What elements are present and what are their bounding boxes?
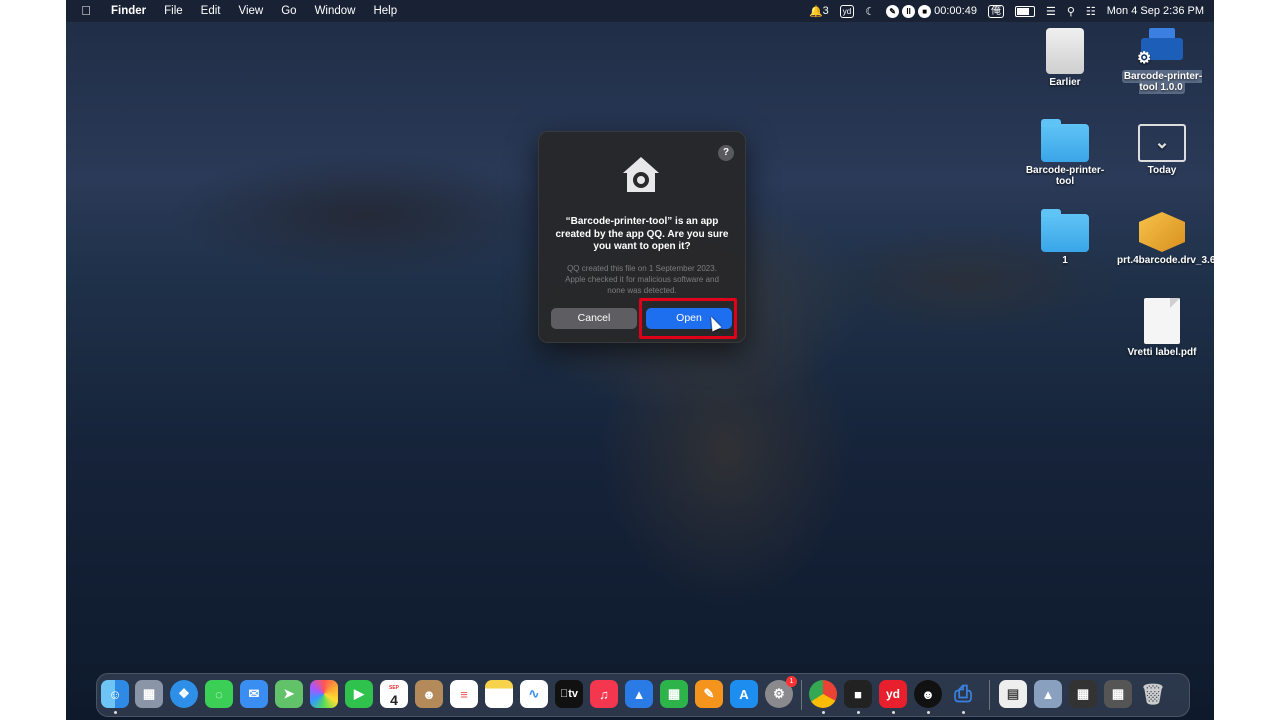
desktop-icon-label: Earlier	[1049, 77, 1081, 88]
photos-icon[interactable]	[310, 680, 338, 708]
mail-icon[interactable]: ✉	[240, 680, 268, 708]
menu-help[interactable]: Help	[364, 0, 406, 22]
input-method-icon[interactable]: 俺	[987, 4, 1004, 18]
menu-window[interactable]: Window	[306, 0, 365, 22]
menu-go[interactable]: Go	[272, 0, 305, 22]
messages-icon[interactable]: ◌	[205, 680, 233, 708]
notification-count: 3	[822, 5, 829, 17]
menu-view[interactable]: View	[230, 0, 273, 22]
app-store-icon[interactable]: A	[730, 680, 758, 708]
safari-icon[interactable]: ❖	[170, 680, 198, 708]
battery-icon[interactable]	[1014, 5, 1035, 17]
desktop:  Finder File Edit View Go Window Help 🔔…	[66, 0, 1214, 720]
tv-box-icon: ⌄	[1138, 124, 1186, 162]
maps-icon[interactable]: ➤	[275, 680, 303, 708]
recording-controls: ✎ II ■ 00:00:49	[886, 4, 977, 18]
notes-icon[interactable]	[485, 680, 513, 708]
wifi-icon[interactable]: ☰	[1046, 5, 1056, 18]
keynote-icon[interactable]: ▲	[625, 680, 653, 708]
search-icon[interactable]: ⚲	[1067, 5, 1075, 18]
numbers-icon[interactable]: ▦	[660, 680, 688, 708]
package-icon	[1139, 212, 1185, 252]
desktop-icon-label: Today	[1147, 165, 1177, 176]
desktop-icon-1[interactable]: 1	[1020, 209, 1110, 266]
desktop-icon-label: Vretti label.pdf	[1127, 347, 1197, 358]
app-folder-icon[interactable]: ▲	[1034, 680, 1062, 708]
apple-tv-icon[interactable]: tv	[555, 680, 583, 708]
recent-stack-icon[interactable]: ▦	[1104, 680, 1132, 708]
status-area: 🔔 3 yd ☾ ✎ II ■ 00:00:49 俺 ☰ ⚲ ☷ Mon 4 Se…	[809, 0, 1204, 22]
menu-clock[interactable]: Mon 4 Sep 2:36 PM	[1107, 5, 1204, 17]
red-highlight-box	[639, 298, 737, 339]
dialog-message: “Barcode-printer-tool” is an app created…	[555, 216, 729, 252]
desktop-icon-label: 1	[1062, 255, 1068, 266]
contacts-icon[interactable]: ☻	[415, 680, 443, 708]
calendar-day: 4	[390, 692, 398, 708]
calendar-icon[interactable]: SEP 4	[380, 680, 408, 708]
pages-icon[interactable]: ✎	[695, 680, 723, 708]
menu-file[interactable]: File	[155, 0, 192, 22]
menu-bar:  Finder File Edit View Go Window Help 🔔…	[66, 0, 1214, 22]
printer-app-icon: ⚙	[1137, 26, 1185, 68]
moon-icon[interactable]: ☾	[865, 5, 875, 18]
house-security-icon	[623, 157, 659, 192]
desktop-icon-earlier[interactable]: Earlier	[1020, 28, 1110, 88]
cancel-button[interactable]: Cancel	[551, 308, 637, 329]
menu-edit[interactable]: Edit	[192, 0, 230, 22]
screen-recorder-icon[interactable]: ■	[844, 680, 872, 708]
desktop-icon-label: Barcode-printer-tool	[1025, 165, 1105, 187]
chrome-icon[interactable]	[809, 680, 837, 708]
pdf-document-icon	[1144, 298, 1180, 344]
launchpad-icon[interactable]: ▦	[135, 680, 163, 708]
desktop-icon-barcode-printer-tool-folder[interactable]: Barcode-printer-tool	[1020, 119, 1110, 187]
qq-icon[interactable]: ☻	[914, 680, 942, 708]
desktop-icon-pdf[interactable]: Vretti label.pdf	[1117, 298, 1207, 358]
youdao-status-icon[interactable]: yd	[839, 4, 855, 18]
pdf-dock-icon[interactable]: ▤	[999, 680, 1027, 708]
downloads-stack-icon[interactable]: ▦	[1069, 680, 1097, 708]
menu-app-name[interactable]: Finder	[102, 0, 155, 22]
recording-time: 00:00:49	[934, 5, 977, 17]
desktop-icon-today[interactable]: ⌄ Today	[1117, 124, 1207, 176]
desktop-icon-pkg[interactable]: prt.4barcode.drv_3.6.3.pkg	[1117, 212, 1214, 266]
help-button[interactable]: ?	[718, 145, 734, 161]
disk-icon	[1046, 28, 1084, 74]
youdao-icon[interactable]: yd	[879, 680, 907, 708]
folder-icon	[1041, 209, 1089, 252]
barcode-printer-tool-icon[interactable]: ⎙	[949, 680, 977, 708]
desktop-icon-barcode-printer-tool-app[interactable]: ⚙ Barcode-printer-tool 1.0.0	[1117, 26, 1207, 94]
finder-icon[interactable]: ☺	[101, 680, 129, 708]
control-center-icon[interactable]: ☷	[1086, 5, 1096, 18]
dock: ☺ ▦ ❖ ◌ ✉ ➤ ▶ SEP 4 ☻ ≡ ∿ tv ♫ ▲ ▦ ✎ A …	[96, 673, 1190, 717]
music-icon[interactable]: ♫	[590, 680, 618, 708]
desktop-icon-label: prt.4barcode.drv_3.6.3.pkg	[1117, 255, 1214, 266]
pause-icon[interactable]: II	[902, 4, 916, 18]
desktop-icon-label: Barcode-printer-tool 1.0.0	[1121, 70, 1203, 94]
stop-icon[interactable]: ■	[918, 4, 932, 18]
trash-icon[interactable]: 🗑	[1139, 680, 1167, 708]
freeform-icon[interactable]: ∿	[520, 680, 548, 708]
reminders-icon[interactable]: ≡	[450, 680, 478, 708]
apple-menu-icon[interactable]: 	[66, 0, 102, 22]
pen-icon[interactable]: ✎	[886, 4, 900, 18]
dialog-detail: QQ created this file on 1 September 2023…	[565, 264, 719, 295]
notification-bell-icon[interactable]: 🔔 3	[809, 5, 829, 18]
facetime-icon[interactable]: ▶	[345, 680, 373, 708]
settings-badge: 1	[786, 676, 797, 687]
folder-icon	[1041, 119, 1089, 162]
